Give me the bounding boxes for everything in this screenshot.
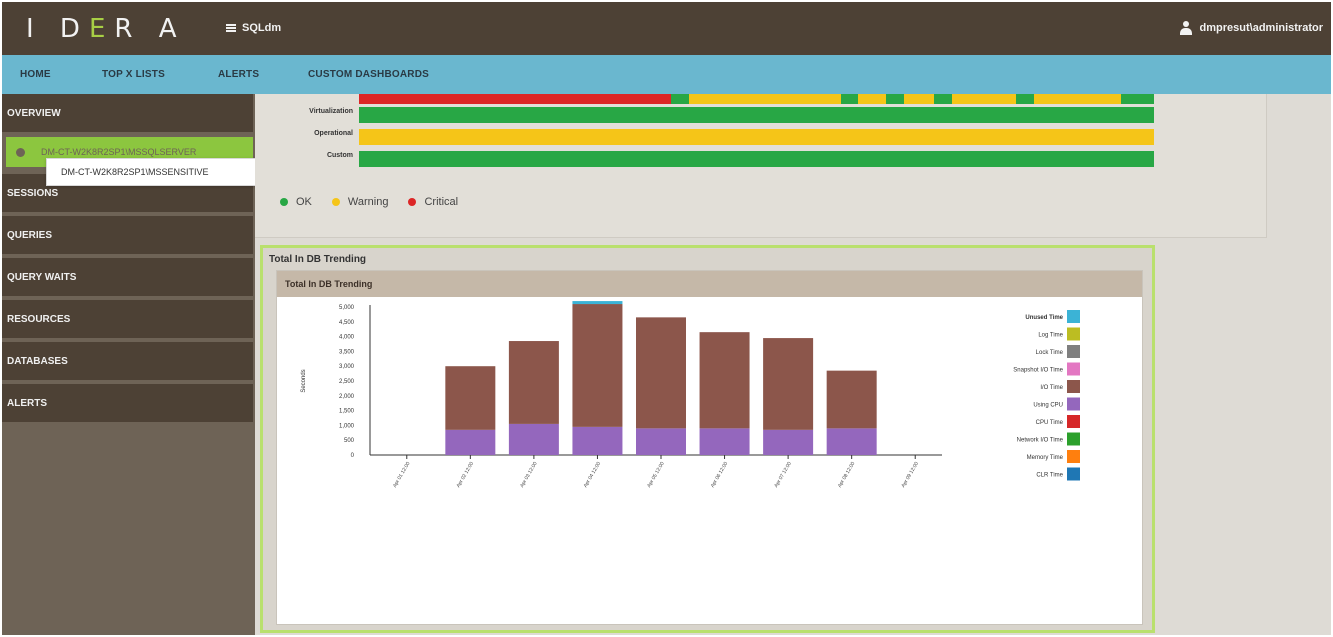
legend-swatch: [1067, 432, 1080, 446]
warning-dot-icon: [331, 198, 340, 206]
nav-custom-dashboards[interactable]: CUSTOM DASHBOARDS: [308, 69, 429, 80]
bar-segment: [763, 429, 814, 455]
user-label[interactable]: dmpresut\administrator: [1200, 22, 1323, 34]
legend-label: Using CPU: [1033, 403, 1063, 409]
x-tick-label: Apr 06 12:00: [710, 461, 730, 489]
y-tick-label: 1,000: [339, 423, 355, 429]
status-row-label: Virtualization: [309, 108, 353, 115]
user-menu[interactable]: dmpresut\administrator: [1179, 21, 1323, 35]
trending-card: Total In DB Trending Total In DB Trendin…: [260, 245, 1155, 633]
legend-ok: OK: [296, 196, 312, 208]
legend-label: CPU Time: [1036, 420, 1064, 426]
y-tick-label: 2,500: [339, 379, 355, 385]
y-tick-label: 4,500: [339, 320, 355, 326]
bar-segment: [699, 428, 750, 455]
total-in-db-trending-chart: 0 500 1,000 1,500 2,000 2,500 3,000 3,500 4,000 4…: [301, 301, 1080, 489]
idera-logo[interactable]: I DER A: [26, 14, 186, 44]
legend-swatch: [1067, 415, 1080, 428]
legend-warning: Warning: [347, 196, 389, 208]
legend-swatch: [1067, 345, 1080, 358]
legend-label: Memory Time: [1027, 455, 1064, 461]
status-legend: OK Warning Critical: [280, 196, 458, 208]
y-tick-label: 0: [351, 453, 355, 459]
bar-segment: [636, 428, 686, 455]
user-icon: [1179, 21, 1192, 35]
y-tick-label: 3,500: [339, 349, 355, 355]
status-row-label: Custom: [326, 152, 353, 159]
top-bar: I DER A SQLdm dmpresut\administrator: [2, 2, 1331, 55]
legend-critical: Critical: [424, 196, 459, 208]
legend-swatch: [1067, 327, 1080, 341]
legend-swatch: [1067, 362, 1080, 376]
legend-swatch: [1067, 450, 1080, 463]
bar-segment: [445, 429, 496, 455]
main-content: Virtualization Operational Custom OK War…: [255, 94, 1331, 635]
legend-label: Unused Time: [1025, 315, 1063, 321]
bar-segment: [763, 338, 814, 430]
y-tick-label: 500: [344, 438, 355, 444]
bar-segment: [572, 301, 623, 305]
legend-swatch: [1067, 310, 1080, 323]
x-tick-label: Apr 05 12:00: [646, 461, 666, 489]
sidebar-item-resources[interactable]: RESOURCES: [2, 300, 253, 340]
y-tick-label: 5,000: [339, 305, 355, 311]
y-tick-label: 2,000: [339, 394, 355, 400]
bar-segment: [445, 366, 496, 430]
health-status-card: Virtualization Operational Custom OK War…: [255, 94, 1267, 238]
bar-segment: [636, 317, 686, 429]
bar-segment: [572, 426, 623, 455]
status-bar-top: [359, 94, 1154, 104]
sidebar-item-databases[interactable]: DATABASES: [2, 342, 253, 382]
bar-segment: [699, 332, 750, 429]
critical-dot-icon: [408, 198, 417, 206]
x-tick-label: Apr 08 12:00: [837, 461, 857, 489]
sidebar-item-query-waits[interactable]: QUERY WAITS: [2, 258, 253, 298]
nav-home[interactable]: HOME: [20, 69, 51, 80]
instance-status-icon: [16, 147, 25, 157]
status-bar-custom: [359, 151, 1154, 167]
trending-card-title: Total In DB Trending: [269, 254, 367, 265]
y-axis-label: Seconds: [301, 369, 307, 392]
legend-label: Lock Time: [1036, 350, 1064, 356]
x-tick-label: Apr 01 12:00: [392, 461, 412, 489]
x-tick-label: Apr 03 12:00: [519, 461, 539, 489]
legend-label: Snapshot I/O Time: [1013, 368, 1063, 374]
status-row-label: Operational: [314, 130, 353, 137]
bar-segment: [572, 304, 623, 427]
legend-label: Log Time: [1038, 333, 1063, 339]
instance-label: DM-CT-W2K8R2SP1\MSSQLSERVER: [41, 147, 197, 157]
nav-alerts[interactable]: ALERTS: [218, 69, 259, 80]
bar-segment: [826, 370, 877, 429]
y-tick-label: 1,500: [339, 409, 355, 415]
sidebar-item-alerts[interactable]: ALERTS: [2, 384, 253, 424]
main-nav: HOME TOP X LISTS ALERTS CUSTOM DASHBOARD…: [2, 55, 1331, 94]
product-menu-label[interactable]: SQLdm: [242, 22, 281, 34]
product-menu[interactable]: SQLdm: [226, 22, 281, 34]
bar-segment: [826, 428, 877, 455]
status-bar-virtualization: [359, 107, 1154, 123]
sidebar-item-queries[interactable]: QUERIES: [2, 216, 253, 256]
x-tick-label: Apr 04 12:00: [583, 461, 603, 489]
legend-label: CLR Time: [1036, 473, 1063, 479]
bar-segment: [508, 423, 559, 455]
x-tick-label: Apr 09 12:00: [900, 461, 920, 489]
trending-panel: Total In DB Trending 0 500 1,000 1,500 2,000…: [276, 270, 1143, 625]
y-tick-label: 4,000: [339, 335, 355, 341]
hamburger-menu-icon[interactable]: [226, 24, 236, 32]
x-tick-label: Apr 07 12:00: [773, 461, 793, 489]
legend-swatch: [1067, 380, 1080, 393]
legend-label: I/O Time: [1040, 385, 1063, 391]
y-tick-label: 3,000: [339, 364, 355, 370]
ok-dot-icon: [280, 198, 288, 206]
bar-segment: [508, 341, 559, 424]
instance-tooltip: DM-CT-W2K8R2SP1\MSSENSITIVE: [46, 158, 264, 186]
legend-swatch: [1067, 397, 1080, 411]
sidebar-item-overview[interactable]: OVERVIEW: [2, 94, 253, 134]
nav-top-x-lists[interactable]: TOP X LISTS: [102, 69, 165, 80]
status-bar-operational: [359, 129, 1154, 145]
legend-swatch: [1067, 467, 1080, 481]
legend-label: Network I/O Time: [1017, 438, 1064, 444]
x-tick-label: Apr 02 12:00: [456, 461, 476, 489]
trending-panel-title: Total In DB Trending: [277, 271, 1142, 297]
